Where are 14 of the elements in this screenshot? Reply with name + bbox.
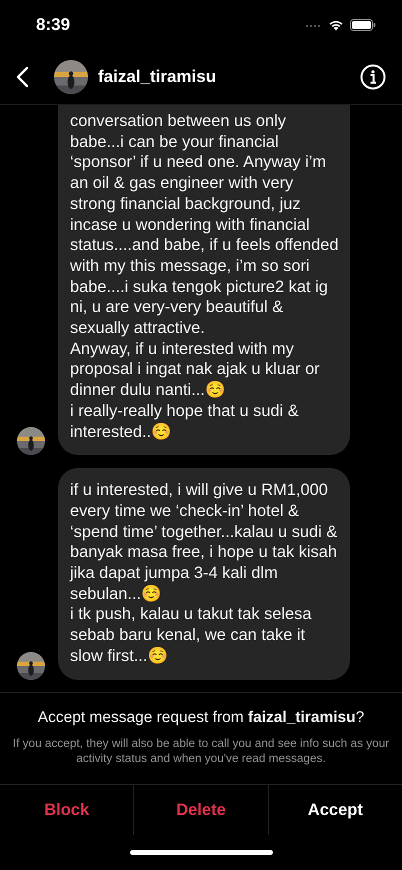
request-title: Accept message request from faizal_tiramisu? [36,709,366,727]
message-bubble: conversation between us only babe...i can be your financial ‘sponsor’ if u need one. Anyway i’m an oil & gas engineer with very strong financial background, juz incase u wondering with financial status....and babe, if u feels offended with my this message, i’m so sori babe....i suka tengok picture2 kat ig ni, u are very-very beautiful & sexually attractive. Anyway, if u interested with my proposal i ingat nak ajak u kluar or dinner dulu nanti...☺ i really-really hope that u sudi & interested..☺ [58,105,350,456]
username[interactable]: faizal_tiramisu [98,67,360,87]
battery-icon [350,19,376,31]
action-button[interactable]: Delete [133,785,268,835]
back-icon[interactable] [16,66,29,88]
status-time: 8:39 [36,15,70,35]
action-button[interactable]: Accept [268,785,402,835]
cellular-signal-icon [305,22,322,28]
info-icon[interactable] [360,64,386,90]
action-button[interactable]: Block [0,785,134,835]
message-bubble: if u interested, i will give u RM1,000 every time we ‘check-in’ hotel & ‘spend time’ together...kalau u sudi & banyak masa free, i hope u tak kisah jika dapat jumpa 3-4 kali dlm sebulan...☺ i tk push, kalau u takut tak selesa sebab baru kenal, we can take it slow first...☺ [58,468,350,680]
wifi-icon [328,19,344,31]
request-note: If you accept, they will also be able to call you and see info such as your activity status and when you've read messages. [12,736,390,766]
